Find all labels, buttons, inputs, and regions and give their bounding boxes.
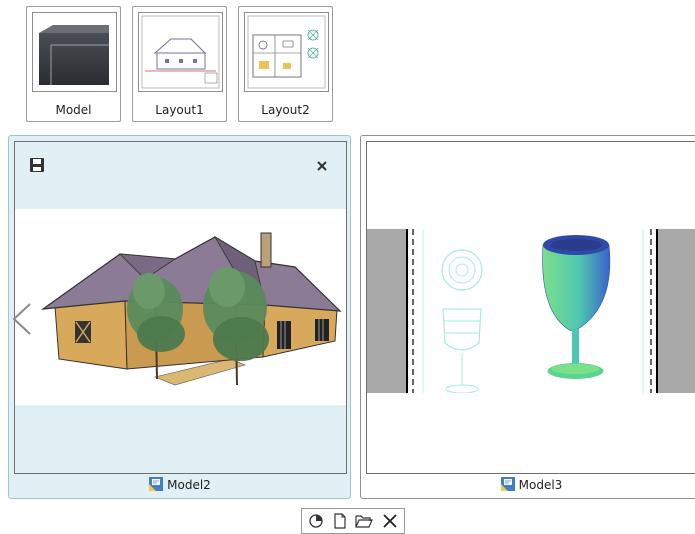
preview-model2-caption: Model2 [9,476,350,493]
preview-model3-label: Model3 [518,478,563,492]
tile-model-label: Model [55,103,92,117]
bottom-toolbar [301,508,405,534]
preview-model3-caption: Model3 [361,476,695,493]
save-icon[interactable] [29,157,45,173]
layout1-thumbnail [138,12,223,92]
new-document-button[interactable] [329,510,351,532]
tile-layout1-label: Layout1 [155,103,204,117]
close-button[interactable] [379,510,401,532]
drawing-file-icon [500,477,515,491]
model-space-icon [39,25,109,85]
open-folder-button[interactable] [353,510,375,532]
preview-model2-label: Model2 [167,478,211,492]
layout2-thumbnail [244,12,329,92]
layout-sheet-icon [247,15,326,89]
tile-layout2[interactable]: Layout2 [238,6,333,122]
drawing-file-icon [149,477,164,491]
previous-chevron-icon[interactable] [10,302,34,336]
preview-model3[interactable]: Model3 [360,135,695,499]
preview-model2[interactable]: Model2 [8,135,351,499]
wine-glass-render-image [367,229,695,393]
tile-layout1[interactable]: Layout1 [132,6,227,122]
open-folder-icon [355,515,373,528]
new-document-icon [334,513,346,529]
pin-button[interactable] [305,510,327,532]
pin-icon [309,514,323,528]
model-thumbnail [32,12,117,92]
tile-layout2-label: Layout2 [261,103,310,117]
tile-model[interactable]: Model [26,6,121,122]
model3-viewport [366,141,695,474]
model2-viewport [14,141,347,474]
close-icon[interactable] [316,160,328,172]
layout-sheet-icon [141,15,220,89]
house-render-image [15,209,346,405]
close-icon [383,514,397,528]
